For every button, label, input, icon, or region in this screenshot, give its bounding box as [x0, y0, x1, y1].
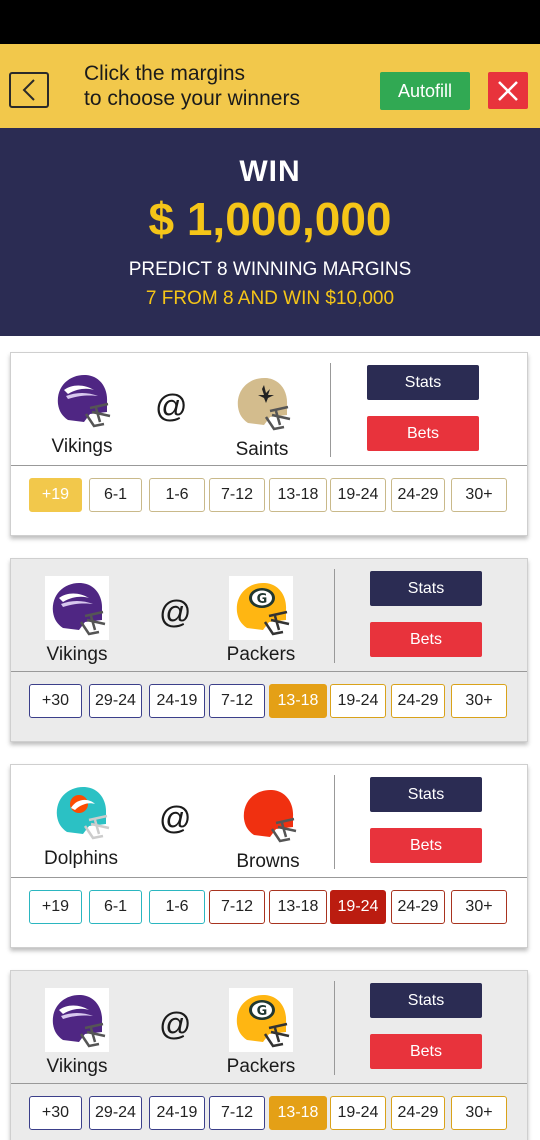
home-team-name: Saints	[235, 439, 289, 460]
dolphins-helmet-icon	[49, 780, 113, 844]
packers-helmet-icon	[229, 988, 293, 1052]
margin-option-selected[interactable]: +19	[29, 478, 82, 512]
margin-row: +30 29-24 24-19 7-12 13-18 19-24 24-29 30+	[29, 1096, 513, 1130]
margin-option[interactable]: +19	[29, 890, 82, 924]
margin-option[interactable]: 6-1	[89, 478, 142, 512]
away-team-name: Dolphins	[44, 848, 118, 869]
margin-option[interactable]: +30	[29, 684, 82, 718]
margin-option[interactable]: 24-29	[391, 890, 445, 924]
stats-button[interactable]: Stats	[370, 983, 482, 1018]
vikings-helmet-icon	[50, 368, 114, 432]
game-card: Dolphins @ Browns Stats Bets +19 6-1 1-6 7-…	[10, 764, 528, 948]
margin-option[interactable]: +30	[29, 1096, 82, 1130]
margin-option[interactable]: 30+	[451, 478, 507, 512]
bets-button[interactable]: Bets	[370, 622, 482, 657]
away-team: Vikings	[22, 576, 132, 666]
margin-row: +19 6-1 1-6 7-12 13-18 19-24 24-29 30+	[29, 890, 513, 924]
promo-jackpot-amount: $ 1,000,000	[148, 193, 392, 245]
margin-option[interactable]: 30+	[451, 1096, 507, 1130]
vikings-helmet-icon	[45, 988, 109, 1052]
bets-button[interactable]: Bets	[370, 828, 482, 863]
back-button[interactable]	[9, 72, 49, 108]
stats-button[interactable]: Stats	[370, 571, 482, 606]
divider	[334, 775, 335, 869]
game-card: Vikings @ Packers Stats Bets +30 29-24 24-…	[10, 970, 528, 1140]
margin-option[interactable]: 29-24	[89, 1096, 142, 1130]
margin-option[interactable]: 7-12	[209, 1096, 265, 1130]
away-team-name: Vikings	[46, 644, 108, 665]
margin-option[interactable]: 19-24	[330, 478, 386, 512]
margin-option[interactable]: 24-29	[391, 1096, 445, 1130]
home-team: Browns	[213, 783, 323, 873]
margin-option[interactable]: 7-12	[209, 684, 265, 718]
margin-row: +19 6-1 1-6 7-12 13-18 19-24 24-29 30+	[29, 478, 513, 512]
home-team-name: Browns	[236, 851, 300, 872]
away-team-name: Vikings	[46, 1056, 108, 1077]
margin-option-selected[interactable]: 13-18	[269, 684, 327, 718]
at-sign: @	[159, 594, 192, 630]
away-team: Vikings	[27, 368, 137, 458]
divider	[11, 671, 527, 672]
game-card: Vikings @ Saints Stats Bets +19 6-1 1-6 7-1…	[10, 352, 528, 536]
browns-helmet-icon	[236, 783, 300, 847]
margin-option[interactable]: 24-29	[391, 684, 445, 718]
at-sign: @	[159, 1006, 192, 1042]
margin-option[interactable]: 13-18	[269, 478, 327, 512]
margin-option-selected[interactable]: 13-18	[269, 1096, 327, 1130]
promo-consolation-text: 7 FROM 8 AND WIN $10,000	[145, 288, 395, 309]
home-team-name: Packers	[226, 1056, 296, 1077]
close-button[interactable]	[488, 72, 528, 109]
packers-helmet-icon	[229, 576, 293, 640]
saints-helmet-icon	[230, 371, 294, 435]
at-sign: @	[159, 800, 192, 836]
home-team-name: Packers	[226, 644, 296, 665]
promo-win-label: WIN	[239, 155, 301, 188]
promo-predict-text: PREDICT 8 WINNING MARGINS	[128, 259, 412, 280]
close-icon	[498, 80, 518, 101]
vikings-helmet-icon	[45, 576, 109, 640]
margin-option[interactable]: 19-24	[330, 1096, 386, 1130]
stats-button[interactable]: Stats	[370, 777, 482, 812]
divider	[11, 1083, 527, 1084]
divider	[334, 981, 335, 1075]
bets-button[interactable]: Bets	[367, 416, 479, 451]
away-team: Dolphins	[26, 780, 136, 870]
margin-option[interactable]: 1-6	[149, 890, 205, 924]
at-sign: @	[155, 388, 188, 424]
margin-option[interactable]: 13-18	[269, 890, 327, 924]
margin-option[interactable]: 30+	[451, 890, 507, 924]
margin-row: +30 29-24 24-19 7-12 13-18 19-24 24-29 30+	[29, 684, 513, 718]
margin-option[interactable]: 19-24	[330, 684, 386, 718]
home-team: Packers	[206, 576, 316, 666]
margin-option[interactable]: 7-12	[209, 890, 265, 924]
margin-option[interactable]: 1-6	[149, 478, 205, 512]
divider	[11, 465, 527, 466]
autofill-button[interactable]: Autofill	[380, 72, 470, 110]
game-card: Vikings @ Packers Stats Bets +30 29-24 24-…	[10, 558, 528, 742]
margin-option[interactable]: 7-12	[209, 478, 265, 512]
margin-option[interactable]: 30+	[451, 684, 507, 718]
margin-option[interactable]: 24-29	[391, 478, 445, 512]
margin-option[interactable]: 24-19	[149, 684, 205, 718]
margin-option[interactable]: 29-24	[89, 684, 142, 718]
home-team: Packers	[206, 988, 316, 1078]
margin-option[interactable]: 6-1	[89, 890, 142, 924]
away-team-name: Vikings	[51, 436, 113, 457]
jackpot-banner: WIN $ 1,000,000 PREDICT 8 WINNING MARGIN…	[0, 128, 540, 336]
stats-button[interactable]: Stats	[367, 365, 479, 400]
bets-button[interactable]: Bets	[370, 1034, 482, 1069]
divider	[330, 363, 331, 457]
chevron-left-icon	[22, 79, 35, 101]
away-team: Vikings	[22, 988, 132, 1078]
margin-option[interactable]: 24-19	[149, 1096, 205, 1130]
margin-option-selected[interactable]: 19-24	[330, 890, 386, 924]
home-team: Saints	[207, 371, 317, 461]
instruction-line-2: to choose your winners	[84, 87, 300, 110]
divider	[11, 877, 527, 878]
status-bar	[0, 0, 540, 44]
top-bar: Click the margins to choose your winners…	[0, 44, 540, 128]
instruction-line-1: Click the margins	[84, 62, 246, 85]
instruction-text: Click the margins to choose your winners	[84, 61, 300, 111]
divider	[334, 569, 335, 663]
